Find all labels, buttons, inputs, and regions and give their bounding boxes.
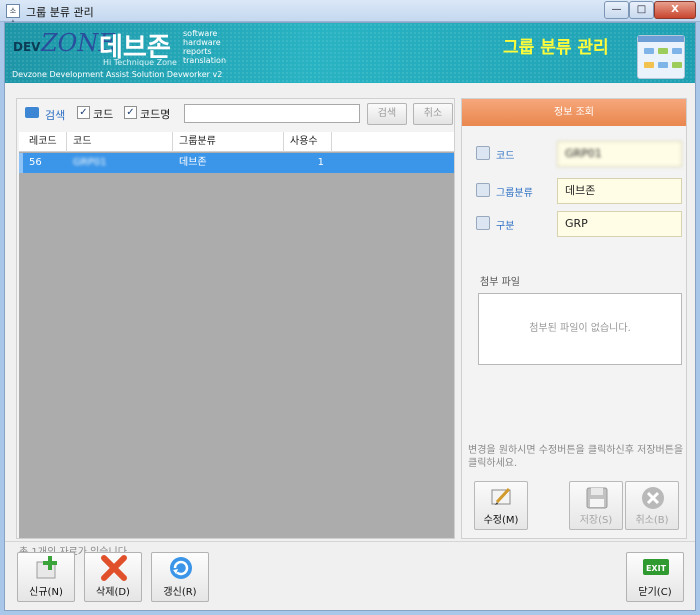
group-field-icon: [476, 183, 490, 197]
logo-list-item: hardware: [183, 38, 221, 47]
close-window-button[interactable]: X: [654, 1, 696, 19]
banner-caption: Devzone Development Assist Solution Devw…: [12, 70, 223, 79]
type-field[interactable]: GRP: [557, 211, 682, 237]
logo-list-item: translation: [183, 56, 227, 65]
header-banner: DEV ZONE 데브존 Hi Technique Zone software …: [5, 23, 695, 83]
table-row[interactable]: 56 GRP01 데브존 1: [19, 153, 454, 173]
logo-list-item: reports: [183, 47, 212, 56]
info-panel: 정보 조회 코드 GRP01 그룹분류 데브존 구분 GRP 첨부 파일 첨부된…: [461, 98, 687, 539]
minimize-button[interactable]: —: [604, 1, 629, 19]
column-header-group[interactable]: 그룹분류: [173, 132, 284, 152]
pencil-icon: [491, 487, 511, 505]
cell-code: GRP01: [73, 157, 107, 168]
refresh-button[interactable]: 갱신(R): [151, 552, 209, 602]
cancel-button-label: 취소(B): [635, 515, 669, 526]
code-checkbox[interactable]: ✓: [77, 106, 90, 119]
attachment-label: 첨부 파일: [480, 277, 520, 288]
group-field-label: 그룹분류: [496, 188, 533, 199]
attachment-empty-text: 첨부된 파일이 없습니다.: [529, 323, 631, 334]
edit-button[interactable]: 수정(M): [474, 481, 528, 530]
window-titlebar: 소스 그룹 분류 관리 — □ X: [0, 0, 700, 27]
window-title: 그룹 분류 관리: [26, 6, 94, 19]
column-header-code[interactable]: 코드: [67, 132, 173, 152]
window-illustration-icon: [637, 35, 685, 79]
delete-x-icon: [101, 555, 127, 581]
logo-dev: DEV: [13, 40, 41, 54]
floppy-disk-icon: [586, 487, 608, 509]
code-field[interactable]: GRP01: [557, 141, 682, 167]
search-input[interactable]: [184, 104, 360, 123]
edit-button-label: 수정(M): [483, 515, 519, 526]
close-button-label: 닫기(C): [638, 587, 672, 598]
column-header-record[interactable]: 레코드: [23, 132, 67, 152]
search-bar: 검색 ✓ 코드 ✓ 코드명 검색 취소: [17, 99, 454, 129]
page-title: 그룹 분류 관리: [503, 38, 609, 58]
search-label: 검색: [45, 109, 66, 122]
logo-list-item: software: [183, 29, 218, 38]
app-icon: 소스: [6, 4, 20, 27]
code-field-label: 코드: [496, 151, 515, 162]
exit-badge-text: EXIT: [646, 564, 667, 573]
cell-usage: 1: [317, 157, 324, 168]
code-name-checkbox[interactable]: ✓: [124, 106, 137, 119]
maximize-button[interactable]: □: [629, 1, 654, 19]
new-button[interactable]: 신규(N): [17, 552, 75, 602]
code-checkbox-label[interactable]: 코드: [93, 106, 113, 122]
search-reset-button[interactable]: 취소: [413, 103, 453, 125]
refresh-icon: [170, 557, 192, 579]
save-button[interactable]: 저장(S): [569, 481, 623, 530]
search-button[interactable]: 검색: [367, 103, 407, 125]
logo-subtitle: Hi Technique Zone: [103, 58, 177, 67]
info-panel-header: 정보 조회: [462, 99, 686, 126]
add-document-icon: [36, 556, 57, 579]
code-name-checkbox-label[interactable]: 코드명: [140, 106, 170, 122]
attachment-list[interactable]: 첨부된 파일이 없습니다.: [478, 293, 682, 365]
save-button-label: 저장(S): [579, 515, 613, 526]
type-field-label: 구분: [496, 221, 515, 232]
exit-sign-icon: EXIT: [643, 559, 669, 575]
close-button[interactable]: EXIT 닫기(C): [626, 552, 684, 602]
cell-group: 데브존: [179, 157, 207, 168]
code-field-icon: [476, 146, 490, 160]
data-grid[interactable]: 레코드 코드 그룹분류 사용수 56 GRP01 데브존 1: [19, 132, 454, 538]
list-panel: 검색 ✓ 코드 ✓ 코드명 검색 취소 레코드 코드 그룹분류 사용수 56 G…: [16, 98, 455, 539]
type-field-icon: [476, 216, 490, 230]
column-header-usage[interactable]: 사용수: [284, 132, 332, 152]
refresh-button-label: 갱신(R): [163, 587, 197, 598]
grid-header: 레코드 코드 그룹분류 사용수: [19, 132, 454, 152]
cancel-button[interactable]: 취소(B): [625, 481, 679, 530]
cancel-circle-icon: [642, 487, 664, 509]
logo-list: software hardware reports translation: [183, 29, 226, 65]
cell-record: 56: [29, 157, 42, 168]
window-body: DEV ZONE 데브존 Hi Technique Zone software …: [4, 22, 696, 611]
delete-button[interactable]: 삭제(D): [84, 552, 142, 602]
edit-hint: 변경을 원하시면 수정버튼을 클릭하신후 저장버튼을 클릭하세요.: [468, 445, 684, 469]
delete-button-label: 삭제(D): [96, 587, 130, 598]
group-field[interactable]: 데브존: [557, 178, 682, 204]
search-icon: [25, 107, 39, 118]
new-button-label: 신규(N): [29, 587, 63, 598]
action-bar: 신규(N) 삭제(D) 갱신(R) EXIT 닫기(C): [5, 541, 695, 611]
